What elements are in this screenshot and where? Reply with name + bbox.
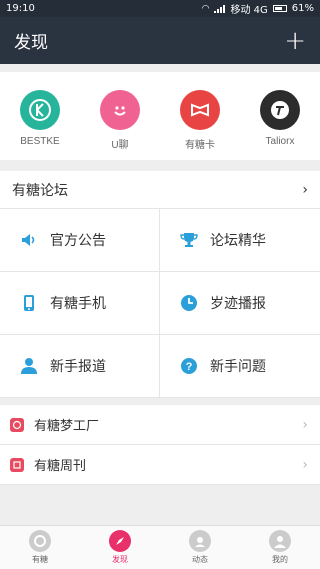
dream-factory-icon	[10, 417, 24, 432]
bestke-logo-icon	[20, 90, 60, 130]
link-label: 有糖梦工厂	[34, 419, 100, 434]
page-title: 发现	[14, 33, 48, 53]
app-uchat[interactable]: U聊	[90, 90, 150, 151]
apps-row: BESTKE U聊 有糖卡 Taliorx	[0, 72, 320, 160]
extra-links: 有糖梦工厂 › 有糖周刊 ›	[0, 405, 320, 485]
forum-item-label: 新手问题	[210, 359, 266, 375]
profile-tab-icon	[269, 530, 291, 552]
app-card[interactable]: 有糖卡	[170, 90, 230, 151]
tab-profile[interactable]: 我的	[250, 530, 310, 565]
wifi-icon: ◠	[201, 3, 210, 14]
forum-header[interactable]: 有糖论坛 ›	[0, 171, 320, 209]
app-label: BESTKE	[20, 136, 60, 147]
forum-item-report[interactable]: 岁迹播报	[160, 272, 320, 335]
forum-item-label: 岁迹播报	[210, 296, 266, 312]
forum-item-label: 有糖手机	[50, 296, 106, 312]
forum-item-highlights[interactable]: 论坛精华	[160, 209, 320, 272]
trophy-icon	[178, 229, 200, 251]
phone-icon	[18, 292, 40, 314]
app-bar: 发现 +	[0, 17, 320, 64]
uchat-smile-icon	[100, 90, 140, 130]
signal-icon	[214, 4, 226, 13]
tab-label: 有糖	[32, 555, 48, 564]
tab-moments[interactable]: 动态	[170, 530, 230, 565]
forum-item-announcement[interactable]: 官方公告	[0, 209, 160, 272]
link-dream-factory[interactable]: 有糖梦工厂 ›	[0, 405, 320, 445]
app-taliorx[interactable]: Taliorx	[250, 90, 310, 147]
svg-text:?: ?	[186, 361, 193, 373]
app-bestke[interactable]: BESTKE	[10, 90, 70, 147]
forum-section: 有糖论坛 › 官方公告 论坛精华 有糖手机 岁迹播报 新手报道 ? 新手问题	[0, 171, 320, 398]
question-icon: ?	[178, 355, 200, 377]
forum-item-label: 论坛精华	[210, 233, 266, 249]
forum-item-phone[interactable]: 有糖手机	[0, 272, 160, 335]
tab-youtang[interactable]: 有糖	[10, 530, 70, 565]
app-label: Taliorx	[265, 136, 295, 147]
chevron-right-icon: ›	[302, 181, 308, 198]
link-weekly[interactable]: 有糖周刊 ›	[0, 445, 320, 485]
status-carrier: 移动 4G	[230, 5, 268, 16]
chevron-right-icon: ›	[302, 416, 308, 433]
weekly-icon	[10, 457, 24, 472]
forum-item-label: 新手报道	[50, 359, 106, 375]
tab-label: 发现	[112, 555, 128, 564]
taliorx-logo-icon	[260, 90, 300, 130]
link-label: 有糖周刊	[34, 459, 87, 474]
discover-tab-icon	[109, 530, 131, 552]
status-bar: 19:10 ◠ 移动 4G 61%	[0, 0, 320, 17]
add-button[interactable]: +	[284, 28, 306, 54]
app-label: 有糖卡	[185, 140, 215, 151]
card-icon	[180, 90, 220, 130]
tab-label: 我的	[272, 555, 288, 564]
person-icon	[18, 355, 40, 377]
clock-icon	[178, 292, 200, 314]
chevron-right-icon: ›	[302, 456, 308, 473]
battery-icon	[272, 5, 287, 12]
speaker-icon	[18, 229, 40, 251]
forum-item-label: 官方公告	[50, 233, 106, 249]
forum-grid: 官方公告 论坛精华 有糖手机 岁迹播报 新手报道 ? 新手问题	[0, 209, 320, 398]
moments-tab-icon	[189, 530, 211, 552]
tab-discover[interactable]: 发现	[90, 530, 150, 565]
forum-item-newbie-questions[interactable]: ? 新手问题	[160, 335, 320, 398]
forum-item-newbie-report[interactable]: 新手报道	[0, 335, 160, 398]
tab-bar: 有糖 发现 动态 我的	[0, 525, 320, 569]
tab-label: 动态	[192, 555, 208, 564]
status-battery: 61%	[291, 3, 314, 14]
forum-title: 有糖论坛	[12, 182, 68, 199]
app-label: U聊	[111, 140, 129, 151]
status-time: 19:10	[6, 3, 35, 14]
youtang-tab-icon	[29, 530, 51, 552]
